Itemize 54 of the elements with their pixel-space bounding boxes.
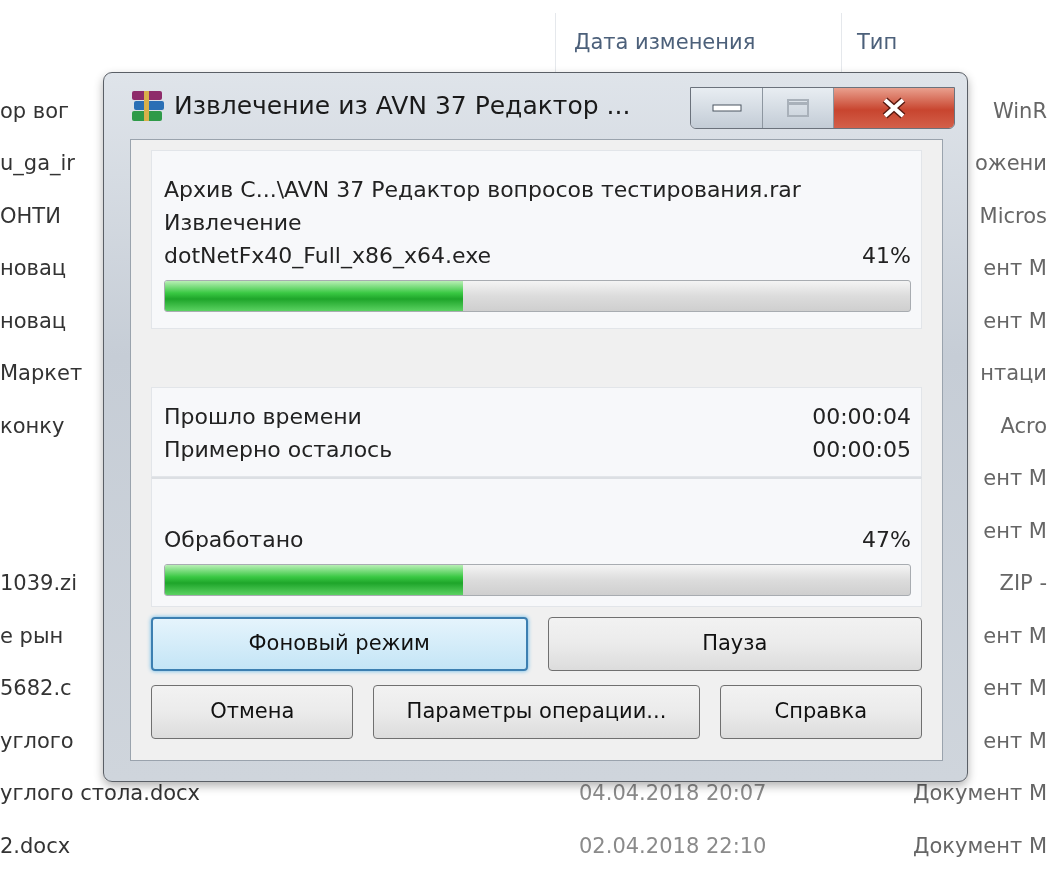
file-type: Acro [1000, 413, 1047, 438]
file-type: ожени [974, 151, 1047, 175]
file-name: е рын [0, 623, 64, 648]
archive-path: Архив С...\AVN 37 Редактор вопросов тестирования.rar [164, 176, 801, 204]
file-name: конку [0, 413, 65, 438]
action-label: Извлечение [164, 209, 302, 237]
dialog-button[interactable]: Пауза [547, 617, 922, 671]
file-type: Micros [979, 203, 1047, 228]
file-type: ент M [983, 256, 1047, 280]
file-type: ент M [983, 518, 1047, 543]
file-type: ент M [983, 676, 1047, 700]
file-name: новац [0, 308, 67, 333]
maximize-button[interactable] [763, 88, 834, 128]
column-header[interactable]: Дата изменения [556, 26, 841, 59]
maximize-icon [786, 98, 810, 118]
file-type: нтаци [980, 361, 1047, 385]
file-name: Маркет [0, 361, 83, 385]
percent-label: 47% [862, 526, 911, 554]
dialog-button[interactable]: Отмена [151, 685, 354, 739]
file-name: ОНТИ [0, 203, 61, 228]
time-label: Примерно осталось [164, 436, 393, 464]
minimize-icon [711, 103, 742, 113]
file-name: ор вог [0, 98, 70, 123]
file-name: u_ga_ir [0, 151, 75, 175]
file-type: ент M [983, 466, 1047, 490]
processed-label: Обработано [164, 526, 304, 554]
time-value: 00:00:05 [812, 436, 911, 464]
percent-label: 41% [862, 242, 911, 270]
file-date: 04.04.2018 20:07 [579, 781, 767, 805]
window-title: Извлечение из AVN 37 Редактор ... [174, 90, 631, 123]
file-type: Документ M [913, 781, 1047, 805]
file-name: новац [0, 256, 67, 280]
file-type: WinR [992, 98, 1047, 123]
file-name: 1039.zi [0, 571, 77, 595]
file-name: углого [0, 728, 74, 753]
file-type: ент M [983, 623, 1047, 648]
file-name: углого стола.docx [0, 781, 201, 805]
file-type: ент M [983, 308, 1047, 333]
file-type: ент M [983, 728, 1047, 753]
minimize-button[interactable] [691, 88, 763, 128]
dialog-button[interactable]: Параметры операции... [373, 685, 700, 739]
file-date: 02.04.2018 22:10 [579, 833, 767, 858]
books-icon [130, 89, 166, 123]
dialog-button[interactable]: Фоновый режим [151, 617, 528, 671]
column-header[interactable]: Тип [842, 26, 898, 59]
file-name-label: dotNetFx40_Full_x86_x64.exe [164, 242, 491, 271]
close-button[interactable] [834, 88, 954, 128]
dialog-button[interactable]: Справка [719, 685, 922, 739]
file-type: ZIP - [999, 571, 1047, 595]
time-value: 00:00:04 [812, 403, 911, 431]
time-label: Прошло времени [164, 403, 362, 431]
file-name: 2.docx [0, 833, 71, 858]
file-name: 5682.c [0, 676, 72, 700]
file-type: Документ M [913, 833, 1047, 858]
